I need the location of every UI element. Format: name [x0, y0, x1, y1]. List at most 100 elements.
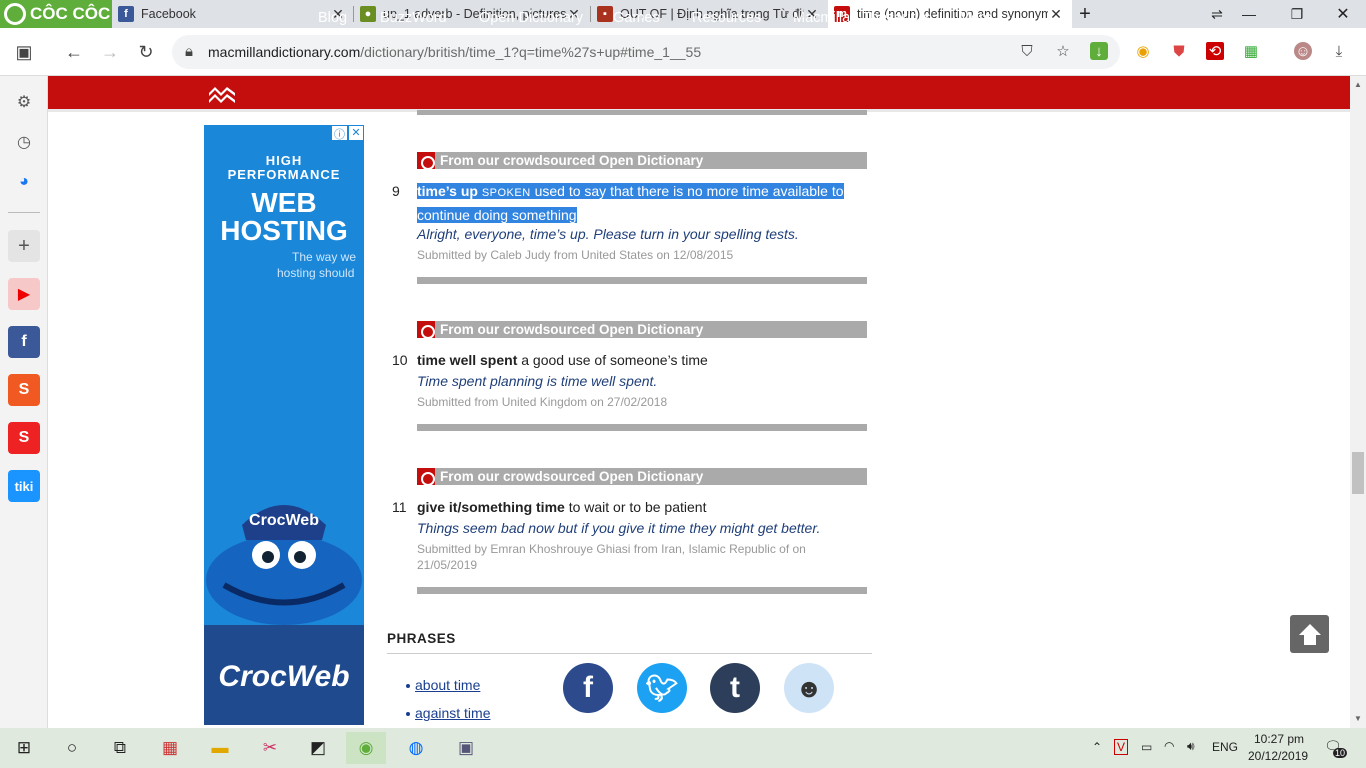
- scrollbar-thumb[interactable]: [1352, 452, 1364, 494]
- star-icon[interactable]: ☆: [1054, 42, 1072, 60]
- submission-line-2: 21/05/2019: [417, 558, 478, 572]
- minimize-button[interactable]: —: [1226, 0, 1272, 28]
- register-label: SPOKEN: [481, 187, 531, 199]
- shopee-icon[interactable]: S: [8, 374, 40, 406]
- coccoc-brand[interactable]: CÔC CÔC: [0, 0, 112, 28]
- tab-title: Facebook: [141, 7, 196, 21]
- adchoices-icon[interactable]: ⓘ: [332, 126, 347, 141]
- url-path: /dictionary/british/time_1?q=time%27s+up…: [360, 44, 702, 60]
- sticky-app-icon[interactable]: ◩: [298, 732, 338, 764]
- phrase-link[interactable]: about time: [415, 677, 480, 693]
- adblock-icon[interactable]: ⛊: [1170, 42, 1188, 60]
- app-icon[interactable]: ▣: [446, 732, 486, 764]
- open-dictionary-band: From our crowdsourced Open Dictionary: [417, 152, 867, 170]
- facebook-share-icon[interactable]: f: [563, 663, 613, 713]
- sense-definition[interactable]: time’s up SPOKEN used to say that there …: [417, 180, 857, 226]
- sense-definition[interactable]: give it/something time to wait or to be …: [417, 496, 857, 518]
- downloads-icon[interactable]: ⤓: [1330, 42, 1348, 60]
- restore-button[interactable]: ❐: [1274, 0, 1320, 28]
- cambridge-icon: ▪: [597, 6, 613, 22]
- shield-icon[interactable]: ⛉: [1018, 42, 1036, 60]
- band-label: From our crowdsourced Open Dictionary: [440, 469, 704, 484]
- nav-open-dictionary[interactable]: Open Dictionary: [479, 10, 583, 26]
- close-window-button[interactable]: ✕: [1320, 0, 1366, 28]
- facebook-icon[interactable]: f: [8, 326, 40, 358]
- messenger-icon[interactable]: ◕: [8, 166, 40, 198]
- scroll-down-arrow[interactable]: ▼: [1352, 714, 1364, 724]
- nav-thesaurus[interactable]: Macmillan Thesaurus: [793, 10, 931, 26]
- color-extension-icon[interactable]: ▦: [1242, 42, 1260, 60]
- open-dictionary-icon: [417, 152, 435, 170]
- chrome-extension-icon[interactable]: ◉: [1134, 42, 1152, 60]
- example-sentence: Things seem bad now but if you give it t…: [417, 520, 821, 536]
- unikey-icon[interactable]: V: [1114, 739, 1129, 755]
- entry-footer-bar: [417, 587, 867, 594]
- snipping-tool-icon[interactable]: ✂: [250, 732, 290, 764]
- back-to-top-button[interactable]: [1290, 615, 1329, 653]
- clock-time[interactable]: 10:27 pm: [1254, 732, 1304, 746]
- nav-buzzword[interactable]: BuzzWord: [380, 10, 447, 26]
- zalo-icon[interactable]: ◍: [396, 732, 436, 764]
- submission-info: Submitted by Emran Khoshrouye Ghiasi fro…: [417, 541, 827, 573]
- sidebar-toggle-icon[interactable]: ▣: [12, 40, 36, 64]
- crocodile-mascot-icon: CrocWeb: [206, 505, 362, 625]
- search-icon[interactable]: ○: [52, 732, 92, 764]
- settings-icon[interactable]: ⚙: [8, 86, 40, 118]
- task-view-icon[interactable]: ⧉: [100, 732, 140, 764]
- download-extension-icon[interactable]: ↓: [1090, 42, 1108, 60]
- lock-icon[interactable]: 🔒︎: [180, 42, 198, 60]
- youtube-icon[interactable]: ▶: [8, 278, 40, 310]
- nav-more[interactable]: More: [959, 10, 992, 26]
- url-text[interactable]: macmillandictionary.com/dictionary/briti…: [208, 44, 701, 60]
- ad-headline-4: HOSTING: [220, 215, 348, 246]
- nav-games[interactable]: Games: [613, 10, 660, 26]
- windows-start-icon[interactable]: ⊞: [4, 732, 44, 764]
- reload-button[interactable]: ↻: [134, 40, 158, 64]
- entry-footer-bar: [417, 277, 867, 284]
- file-explorer-icon[interactable]: ▬: [200, 732, 240, 764]
- chevron-up-icon[interactable]: ⌃: [1092, 740, 1102, 754]
- sendo-icon[interactable]: S: [8, 422, 40, 454]
- definition-text: to wait or to be patient: [568, 499, 707, 515]
- avatar[interactable]: ☺: [1294, 42, 1312, 60]
- sense-definition[interactable]: time well spent a good use of someone’s …: [417, 349, 857, 371]
- ad-brand: CrocWeb: [218, 660, 350, 693]
- battery-icon[interactable]: ▭: [1141, 740, 1152, 754]
- forward-button[interactable]: →: [98, 40, 122, 64]
- new-tab-button[interactable]: +: [1062, 0, 1108, 28]
- red-extension-icon[interactable]: ⟲: [1206, 42, 1224, 60]
- phrases-heading: PHRASES: [387, 631, 456, 646]
- scroll-up-arrow[interactable]: ▲: [1352, 80, 1364, 90]
- paint-app-icon[interactable]: ▦: [150, 732, 190, 764]
- coccoc-taskbar-icon[interactable]: ◉: [346, 732, 386, 764]
- sense-number: 9: [392, 183, 400, 199]
- reddit-share-icon[interactable]: ☻: [784, 663, 834, 713]
- tumblr-share-icon[interactable]: t: [710, 663, 760, 713]
- history-icon[interactable]: ◷: [8, 126, 40, 158]
- notification-badge: 10: [1333, 748, 1348, 758]
- nav-blog[interactable]: Blog: [318, 10, 347, 26]
- language-indicator[interactable]: ENG: [1212, 740, 1238, 754]
- definition-text: used to say that there is no more time a…: [534, 183, 844, 199]
- coccoc-logo-icon: [4, 3, 26, 25]
- tiki-icon[interactable]: tiki: [8, 470, 40, 502]
- volume-icon[interactable]: 🔊︎: [1187, 739, 1195, 754]
- twitter-share-icon[interactable]: 🐦︎: [637, 663, 687, 713]
- open-dictionary-icon: [417, 321, 435, 339]
- phrase-link[interactable]: against time: [415, 705, 490, 721]
- arrow-up-icon: [1298, 624, 1321, 645]
- definition-text: a good use of someone’s time: [521, 352, 708, 368]
- back-button[interactable]: ←: [62, 40, 86, 64]
- add-icon[interactable]: +: [8, 230, 40, 262]
- headword: time’s up: [417, 183, 478, 199]
- scrollbar[interactable]: [1350, 76, 1366, 728]
- ad-close-icon[interactable]: ✕: [349, 126, 363, 140]
- advertisement[interactable]: ⓘ ✕ HIGH PERFORMANCE WEB HOSTING The way…: [204, 125, 364, 725]
- nav-resources[interactable]: Resources: [692, 10, 761, 26]
- entry-footer-bar: [417, 424, 867, 431]
- headword: time well spent: [417, 352, 518, 368]
- macmillan-logo-icon[interactable]: [208, 84, 236, 104]
- clock-date[interactable]: 20/12/2019: [1248, 749, 1308, 763]
- sense-number: 11: [392, 499, 407, 515]
- wifi-icon[interactable]: ◠: [1164, 739, 1174, 753]
